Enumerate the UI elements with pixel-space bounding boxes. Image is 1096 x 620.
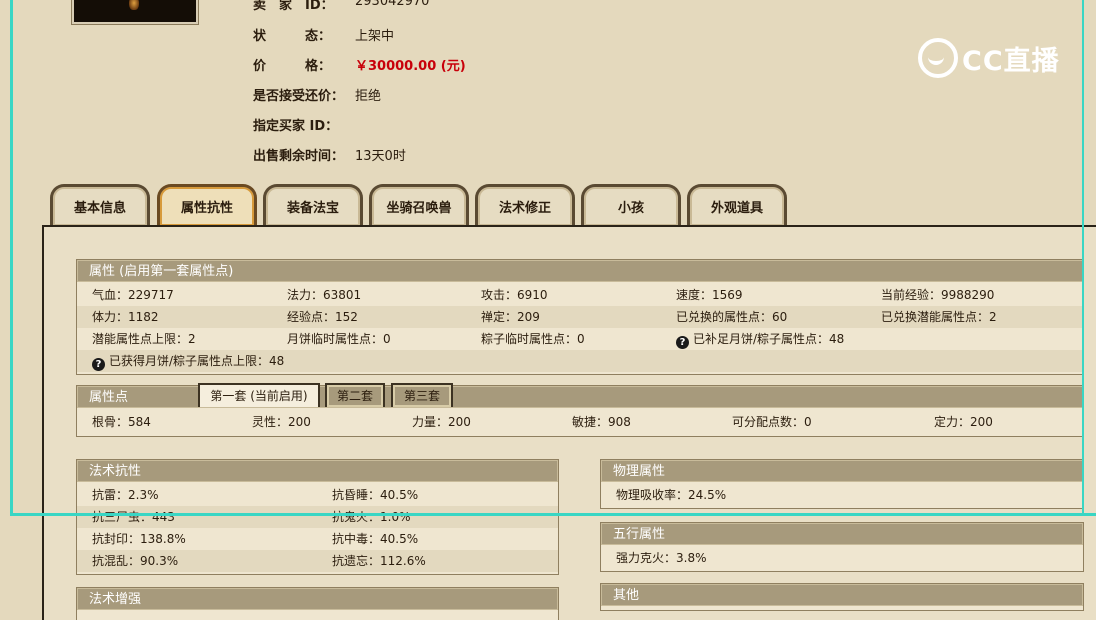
- attr-exchanged-potential: 已兑换潜能属性点：2: [881, 310, 997, 324]
- subtab-set-3[interactable]: 第三套: [391, 383, 453, 407]
- other-box: 其他: [600, 583, 1084, 611]
- attributes-panel: 属性 (启用第一套属性点) 气血：229717 法力：63801 攻击：6910…: [42, 225, 1096, 620]
- attributes-box: 属性 (启用第一套属性点) 气血：229717 法力：63801 攻击：6910…: [76, 259, 1084, 375]
- tab-attributes-resist[interactable]: 属性抗性: [157, 184, 257, 226]
- attr-obtained-cap: ? 已获得月饼/粽子属性点上限：48: [92, 350, 284, 372]
- watermark-text: CC直播: [962, 45, 1060, 77]
- five-elements-fire: 强力克火：3.8%: [616, 551, 707, 565]
- tab-spell-correction[interactable]: 法术修正: [475, 184, 575, 226]
- bargain-label: 是否接受还价：: [253, 89, 345, 104]
- attr-hp: 气血：229717: [92, 288, 174, 302]
- attribute-points-row: 根骨：584 灵性：200 力量：200 敏捷：908 可分配点数：0 定力：2…: [77, 411, 1083, 433]
- status-label: 状 态：: [253, 29, 332, 44]
- character-thumbnail: [72, 0, 198, 24]
- points-allocatable: 可分配点数：0: [732, 415, 812, 429]
- attr-mooncake-temp: 月饼临时属性点：0: [287, 332, 391, 346]
- five-elements-header: 五行属性: [601, 523, 1083, 545]
- resist-three-worms: 抗三尸虫：443: [92, 510, 175, 524]
- attr-filled-points-text: 已补足月饼/粽子属性点：48: [693, 332, 845, 346]
- designated-buyer-row: 指定买家 ID：: [253, 115, 338, 134]
- resist-chaos: 抗混乱：90.3%: [92, 554, 179, 568]
- tab-child[interactable]: 小孩: [581, 184, 681, 226]
- resist-ghost-fire: 抗鬼火：1.0%: [332, 510, 411, 524]
- tab-mounts-summons[interactable]: 坐骑召唤兽: [369, 184, 469, 226]
- attr-filled-points: ? 已补足月饼/粽子属性点：48: [676, 328, 844, 350]
- tab-appearance-items[interactable]: 外观道具: [687, 184, 787, 226]
- attr-exp-points: 经验点：152: [287, 310, 358, 324]
- attr-potential-cap: 潜能属性点上限：2: [92, 332, 196, 346]
- magic-boost-box: 法术增强: [76, 587, 559, 620]
- attr-obtained-cap-text: 已获得月饼/粽子属性点上限：48: [109, 354, 285, 368]
- attributes-header: 属性 (启用第一套属性点): [77, 260, 1083, 282]
- five-elements-box: 五行属性 强力克火：3.8%: [600, 522, 1084, 572]
- attr-speed: 速度：1569: [676, 288, 743, 302]
- seller-id-label: 卖 家 ID：: [253, 0, 334, 13]
- subtab-set-1[interactable]: 第一套 (当前启用): [198, 383, 320, 407]
- designated-buyer-label: 指定买家 ID：: [253, 119, 339, 134]
- bargain-row: 是否接受还价： 拒绝: [253, 85, 381, 104]
- physical-box: 物理属性 物理吸收率：24.5%: [600, 459, 1084, 509]
- magic-resist-row: 抗雷：2.3% 抗昏睡：40.5%: [77, 484, 558, 506]
- magic-resist-box: 法术抗性 抗雷：2.3% 抗昏睡：40.5% 抗三尸虫：443 抗鬼火：1.0%…: [76, 459, 559, 575]
- points-agility: 敏捷：908: [572, 415, 631, 429]
- question-icon[interactable]: ?: [92, 358, 105, 371]
- resist-poison: 抗中毒：40.5%: [332, 532, 419, 546]
- price-label: 价 格：: [253, 59, 332, 74]
- attributes-row: 潜能属性点上限：2 月饼临时属性点：0 粽子临时属性点：0 ? 已补足月饼/粽子属…: [77, 328, 1083, 350]
- five-elements-row: 强力克火：3.8%: [601, 547, 1083, 569]
- resist-seal: 抗封印：138.8%: [92, 532, 186, 546]
- attr-exchanged-points: 已兑换的属性点：60: [676, 310, 788, 324]
- status-row: 状 态： 上架中: [253, 25, 394, 44]
- physical-row: 物理吸收率：24.5%: [601, 484, 1083, 506]
- cc-live-watermark: CC直播: [918, 38, 1060, 78]
- remaining-time-row: 出售剩余时间： 13天0时: [253, 145, 406, 164]
- physical-header: 物理属性: [601, 460, 1083, 482]
- cc-live-logo-icon: [918, 38, 958, 78]
- attr-current-exp: 当前经验：9988290: [881, 288, 995, 302]
- thumbnail-flame: [129, 0, 139, 10]
- attr-attack: 攻击：6910: [481, 288, 548, 302]
- magic-boost-header: 法术增强: [77, 588, 558, 610]
- magic-resist-row: 抗封印：138.8% 抗中毒：40.5%: [77, 528, 558, 550]
- attributes-row: 气血：229717 法力：63801 攻击：6910 速度：1569 当前经验：…: [77, 284, 1083, 306]
- resist-sleep: 抗昏睡：40.5%: [332, 488, 419, 502]
- other-header: 其他: [601, 584, 1083, 606]
- status-value: 上架中: [355, 29, 395, 44]
- seller-id-value: 293042970: [355, 0, 430, 9]
- attributes-row: ? 已获得月饼/粽子属性点上限：48: [77, 350, 1083, 372]
- attribute-points-box: 属性点 第一套 (当前启用) 第二套 第三套 根骨：584 灵性：200 力量：…: [76, 383, 1084, 437]
- magic-resist-row: 抗混乱：90.3% 抗遗忘：112.6%: [77, 550, 558, 572]
- points-endurance: 定力：200: [934, 415, 993, 429]
- magic-resist-header: 法术抗性: [77, 460, 558, 482]
- attr-stamina: 体力：1182: [92, 310, 159, 324]
- points-constitution: 根骨：584: [92, 415, 151, 429]
- resist-forget: 抗遗忘：112.6%: [332, 554, 426, 568]
- attr-mp: 法力：63801: [287, 288, 362, 302]
- bargain-value: 拒绝: [355, 89, 382, 104]
- tab-equipment[interactable]: 装备法宝: [263, 184, 363, 226]
- magic-resist-row: 抗三尸虫：443 抗鬼火：1.0%: [77, 506, 558, 528]
- question-icon[interactable]: ?: [676, 336, 689, 349]
- points-spirit: 灵性：200: [252, 415, 311, 429]
- attr-zongzi-temp: 粽子临时属性点：0: [481, 332, 585, 346]
- attributes-row: 体力：1182 经验点：152 禅定：209 已兑换的属性点：60 已兑换潜能属…: [77, 306, 1083, 328]
- attr-meditation: 禅定：209: [481, 310, 540, 324]
- seller-id-row: 卖 家 ID： 293042970: [253, 0, 429, 13]
- points-strength: 力量：200: [412, 415, 471, 429]
- subtab-set-2[interactable]: 第二套: [325, 383, 385, 407]
- resist-thunder: 抗雷：2.3%: [92, 488, 159, 502]
- remaining-time-value: 13天0时: [355, 149, 406, 164]
- remaining-time-label: 出售剩余时间：: [253, 149, 345, 164]
- price-value: ￥30000.00 (元): [355, 59, 466, 74]
- tab-basic-info[interactable]: 基本信息: [50, 184, 150, 226]
- physical-absorb: 物理吸收率：24.5%: [616, 488, 727, 502]
- price-row: 价 格： ￥30000.00 (元): [253, 55, 466, 74]
